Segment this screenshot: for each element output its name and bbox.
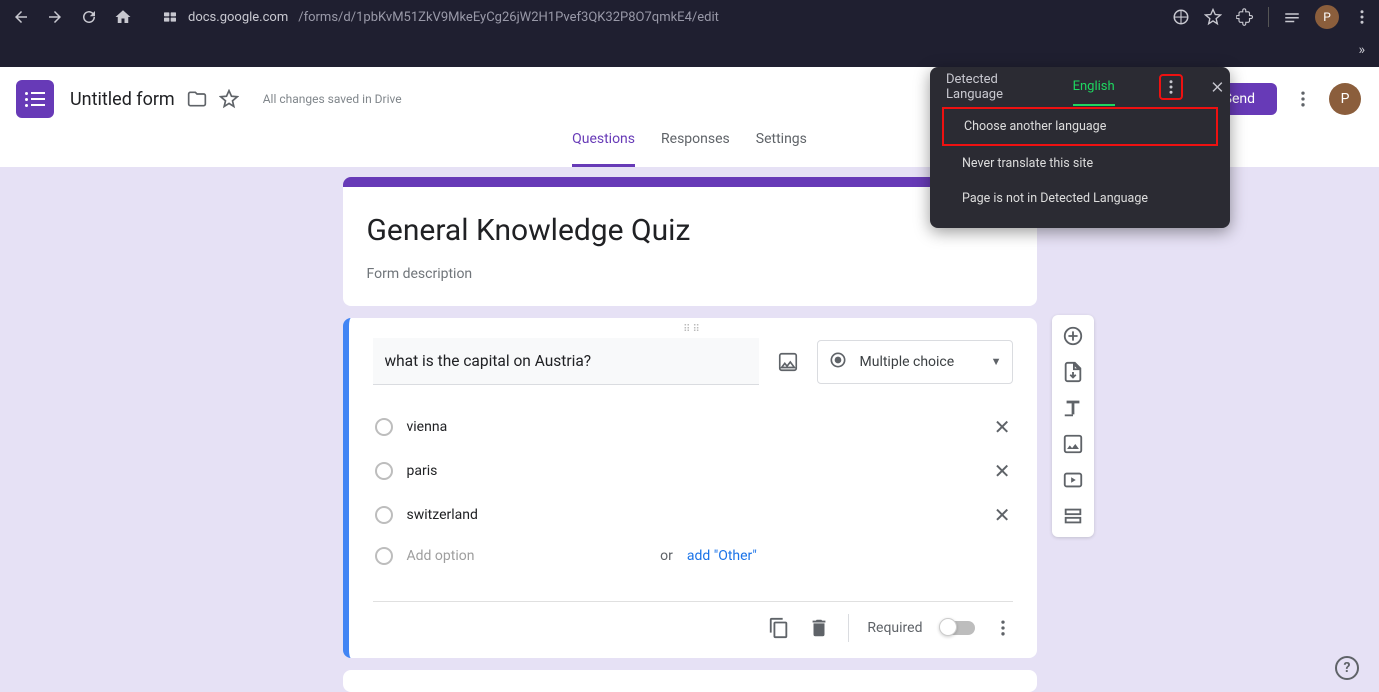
translate-tab-detected[interactable]: Detected Language bbox=[946, 62, 1051, 112]
radio-button-icon bbox=[828, 350, 848, 374]
translate-menu-choose-language[interactable]: Choose another language bbox=[942, 107, 1218, 146]
more-menu-icon[interactable] bbox=[1293, 89, 1313, 109]
divider bbox=[848, 614, 849, 642]
form-title[interactable]: General Knowledge Quiz bbox=[367, 213, 1013, 248]
add-other-link[interactable]: add "Other" bbox=[687, 548, 757, 564]
option-row: paris ✕ bbox=[373, 449, 1013, 493]
add-video-icon[interactable] bbox=[1062, 469, 1084, 491]
back-icon[interactable] bbox=[12, 8, 30, 26]
app-profile-avatar[interactable]: P bbox=[1329, 83, 1361, 115]
question-type-select[interactable]: Multiple choice ▼ bbox=[817, 340, 1013, 384]
image-icon[interactable] bbox=[777, 351, 799, 373]
add-question-icon[interactable] bbox=[1062, 325, 1084, 347]
browser-profile-avatar[interactable]: P bbox=[1315, 5, 1339, 29]
drag-handle-icon[interactable]: ⠿⠿ bbox=[683, 324, 702, 335]
radio-circle-icon bbox=[375, 547, 393, 565]
add-image-icon[interactable] bbox=[1062, 433, 1084, 455]
question-more-icon[interactable] bbox=[993, 618, 1013, 638]
close-icon[interactable] bbox=[1209, 78, 1226, 96]
option-text[interactable]: paris bbox=[407, 463, 980, 479]
address-bar[interactable]: docs.google.com/forms/d/1pbKvM51ZkV9MkeE… bbox=[156, 9, 725, 25]
tab-questions[interactable]: Questions bbox=[572, 131, 635, 167]
forward-icon[interactable] bbox=[46, 8, 64, 26]
url-host: docs.google.com bbox=[188, 10, 288, 25]
add-option-row: Add option or add "Other" bbox=[373, 537, 1013, 575]
question-footer: Required bbox=[373, 601, 1013, 642]
url-path: /forms/d/1pbKvM51ZkV9MkeEyCg26jW2H1Pvef3… bbox=[298, 10, 719, 25]
chevron-down-icon: ▼ bbox=[991, 355, 1002, 368]
side-toolbar bbox=[1052, 315, 1094, 537]
required-toggle[interactable] bbox=[941, 621, 975, 635]
option-row: vienna ✕ bbox=[373, 405, 1013, 449]
help-button[interactable]: ? bbox=[1335, 656, 1359, 680]
question-text-input[interactable] bbox=[373, 338, 759, 385]
translate-tab-english[interactable]: English bbox=[1073, 69, 1115, 106]
duplicate-icon[interactable] bbox=[768, 617, 790, 639]
option-text[interactable]: switzerland bbox=[407, 507, 980, 523]
translate-icon[interactable] bbox=[1172, 8, 1190, 26]
home-icon[interactable] bbox=[114, 8, 132, 26]
question-card[interactable]: ⠿⠿ Multiple choice ▼ vienna ✕ paris ✕ sw… bbox=[343, 318, 1037, 658]
remove-option-icon[interactable]: ✕ bbox=[994, 459, 1011, 483]
radio-circle-icon bbox=[375, 418, 393, 436]
form-canvas: General Knowledge Quiz Form description … bbox=[0, 167, 1379, 692]
required-label: Required bbox=[867, 620, 922, 636]
remove-option-icon[interactable]: ✕ bbox=[994, 415, 1011, 439]
translate-menu-never[interactable]: Never translate this site bbox=[942, 146, 1218, 181]
media-control-icon[interactable] bbox=[1283, 8, 1301, 26]
add-section-icon[interactable] bbox=[1062, 505, 1084, 527]
or-text: or bbox=[660, 548, 673, 564]
site-info-icon[interactable] bbox=[162, 9, 178, 25]
form-description[interactable]: Form description bbox=[367, 266, 1013, 282]
option-row: switzerland ✕ bbox=[373, 493, 1013, 537]
form-name-input[interactable]: Untitled form bbox=[70, 89, 175, 110]
import-questions-icon[interactable] bbox=[1062, 361, 1084, 383]
tab-responses[interactable]: Responses bbox=[661, 131, 730, 167]
chevron-right-icon[interactable]: » bbox=[1358, 42, 1365, 58]
browser-bookmarks-bar: » Detected Language English Choose anoth… bbox=[0, 34, 1379, 67]
browser-toolbar: docs.google.com/forms/d/1pbKvM51ZkV9MkeE… bbox=[0, 0, 1379, 34]
translate-menu-not-in-lang[interactable]: Page is not in Detected Language bbox=[942, 181, 1218, 216]
next-question-card[interactable] bbox=[343, 670, 1037, 692]
question-type-label: Multiple choice bbox=[860, 354, 955, 370]
option-text[interactable]: vienna bbox=[407, 419, 980, 435]
folder-icon[interactable] bbox=[187, 89, 207, 109]
bookmark-star-icon[interactable] bbox=[1204, 8, 1222, 26]
extensions-icon[interactable] bbox=[1236, 8, 1254, 26]
translate-popup: Detected Language English Choose another… bbox=[930, 67, 1230, 228]
save-status: All changes saved in Drive bbox=[263, 92, 402, 106]
radio-circle-icon bbox=[375, 506, 393, 524]
reload-icon[interactable] bbox=[80, 8, 98, 26]
add-option-label[interactable]: Add option bbox=[407, 548, 647, 564]
tab-settings[interactable]: Settings bbox=[756, 131, 807, 167]
star-icon[interactable] bbox=[219, 89, 239, 109]
translate-options-button[interactable] bbox=[1159, 74, 1184, 100]
add-title-icon[interactable] bbox=[1062, 397, 1084, 419]
radio-circle-icon bbox=[375, 462, 393, 480]
browser-menu-icon[interactable] bbox=[1353, 8, 1371, 26]
forms-logo-icon[interactable] bbox=[16, 80, 54, 118]
delete-icon[interactable] bbox=[808, 617, 830, 639]
remove-option-icon[interactable]: ✕ bbox=[994, 503, 1011, 527]
